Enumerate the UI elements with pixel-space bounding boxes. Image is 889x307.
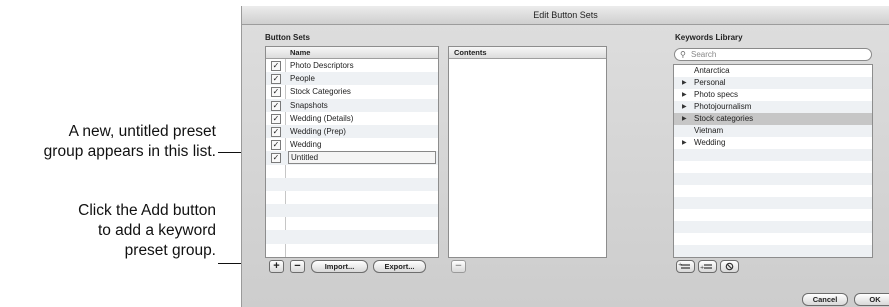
callout-line: Click the Add button: [78, 202, 216, 219]
checkbox[interactable]: ✓: [271, 87, 281, 98]
empty-row: [266, 177, 438, 191]
table-row-untitled[interactable]: ✓ Untitled: [266, 151, 438, 165]
disclosure-triangle-icon[interactable]: ▶: [682, 137, 687, 149]
callout-add-button: Click the Add button to add a keyword pr…: [78, 201, 216, 261]
checkbox[interactable]: ✓: [271, 113, 281, 124]
callout-line: to add a keyword: [97, 222, 216, 239]
search-placeholder: Search: [691, 50, 717, 59]
disclosure-triangle-icon[interactable]: ▶: [682, 113, 687, 125]
column-header-contents[interactable]: Contents: [454, 47, 487, 58]
disclosure-triangle-icon[interactable]: ▶: [682, 77, 687, 89]
checkbox[interactable]: ✓: [271, 61, 281, 71]
list-item[interactable]: ▶ Photojournalism: [674, 101, 872, 113]
add-keyword-group-icon-graphic: +: [678, 262, 690, 269]
add-keyword-icon-graphic: +: [700, 264, 712, 271]
empty-row: [674, 149, 872, 161]
search-icon: ⚲: [680, 50, 686, 59]
add-button[interactable]: +: [269, 260, 284, 273]
callout-line: preset group.: [124, 242, 216, 259]
table-row[interactable]: ✓ Wedding (Details): [266, 112, 438, 125]
keyword-label: Personal: [694, 78, 726, 87]
ok-button[interactable]: OK: [854, 293, 889, 306]
table-row[interactable]: ✓ Wedding (Prep): [266, 124, 438, 139]
add-keyword-icon[interactable]: +: [698, 260, 717, 273]
keyword-label: Wedding: [694, 138, 726, 147]
table-row[interactable]: ✓ Snapshots: [266, 98, 438, 112]
empty-row: [674, 233, 872, 245]
table-row[interactable]: ✓ People: [266, 72, 438, 86]
list-item[interactable]: ▶ Wedding: [674, 137, 872, 149]
row-label: Wedding: [290, 140, 322, 150]
callout-line: group appears in this list.: [43, 143, 216, 160]
list-item[interactable]: ▶ Photo specs: [674, 89, 872, 101]
empty-row: [266, 217, 438, 230]
row-label: Wedding (Prep): [290, 126, 346, 136]
table-row[interactable]: ✓ Wedding: [266, 138, 438, 151]
row-label: Photo Descriptors: [290, 61, 354, 70]
checkbox[interactable]: ✓: [271, 126, 281, 137]
empty-row: [674, 173, 872, 185]
table-header: Contents: [449, 47, 606, 59]
remove-keyword-icon[interactable]: [720, 260, 739, 273]
contents-remove-button[interactable]: −: [451, 260, 466, 273]
disclosure-triangle-icon[interactable]: ▶: [682, 89, 687, 101]
callout-line: A new, untitled preset: [68, 123, 216, 140]
keywords-library-list[interactable]: Antarctica ▶ Personal ▶ Photo specs ▶ Photo…: [673, 64, 873, 258]
row-label: Stock Categories: [290, 87, 351, 97]
column-header-name[interactable]: Name: [290, 47, 310, 58]
edit-button-sets-dialog: Edit Button Sets Button Sets Keywords Li…: [241, 6, 889, 307]
keyword-label: Stock categories: [694, 114, 754, 123]
add-keyword-group-icon[interactable]: +: [676, 260, 695, 273]
empty-row: [674, 245, 872, 257]
remove-button[interactable]: −: [290, 260, 305, 273]
row-label: Wedding (Details): [290, 113, 354, 123]
empty-row: [266, 165, 438, 178]
row-label-edit-field[interactable]: Untitled: [288, 151, 436, 165]
row-label: People: [290, 74, 315, 84]
keywords-library-label: Keywords Library: [675, 33, 743, 42]
cancel-button[interactable]: Cancel: [802, 293, 848, 306]
keyword-label: Photojournalism: [694, 102, 752, 111]
empty-row: [266, 191, 438, 204]
empty-row: [266, 204, 438, 218]
row-label: Snapshots: [290, 100, 328, 110]
button-sets-rows: ✓ Photo Descriptors ✓ People ✓ Stock Catego…: [266, 59, 438, 257]
checkbox[interactable]: ✓: [271, 140, 281, 151]
keyword-label: Vietnam: [694, 126, 724, 135]
table-header: Name: [266, 47, 438, 59]
export-button[interactable]: Export...: [373, 260, 426, 273]
checkbox[interactable]: ✓: [271, 100, 281, 111]
callout-untitled-group: A new, untitled preset group appears in …: [44, 122, 216, 162]
keyword-label: Photo specs: [694, 90, 739, 99]
keyword-label: Antarctica: [694, 66, 730, 75]
empty-row: [266, 256, 438, 257]
list-item[interactable]: ▶ Personal: [674, 77, 872, 89]
list-item[interactable]: Antarctica: [674, 65, 872, 77]
table-row[interactable]: ✓ Photo Descriptors: [266, 59, 438, 72]
empty-row: [266, 230, 438, 244]
window-titlebar: Edit Button Sets: [242, 6, 889, 25]
button-sets-label: Button Sets: [265, 33, 310, 42]
list-item[interactable]: Vietnam: [674, 125, 872, 137]
search-field[interactable]: ⚲ Search: [674, 48, 872, 61]
empty-row: [674, 185, 872, 197]
checkbox[interactable]: ✓: [271, 153, 281, 164]
table-row[interactable]: ✓ Stock Categories: [266, 85, 438, 98]
disclosure-triangle-icon[interactable]: ▶: [682, 101, 687, 113]
import-button[interactable]: Import...: [311, 260, 368, 273]
empty-row: [674, 209, 872, 221]
button-sets-table[interactable]: Name ✓ Photo Descriptors ✓ People ✓ Stock C…: [265, 46, 439, 258]
svg-text:+: +: [700, 265, 704, 271]
checkbox[interactable]: ✓: [271, 74, 281, 85]
empty-row: [266, 244, 438, 257]
contents-table[interactable]: Contents: [448, 46, 607, 258]
list-item-highlighted[interactable]: ▶ Stock categories: [674, 113, 872, 125]
svg-text:+: +: [678, 262, 682, 268]
empty-row: [674, 161, 872, 173]
empty-row: [674, 197, 872, 209]
remove-keyword-icon-graphic: [725, 262, 734, 271]
empty-row: [674, 221, 872, 233]
